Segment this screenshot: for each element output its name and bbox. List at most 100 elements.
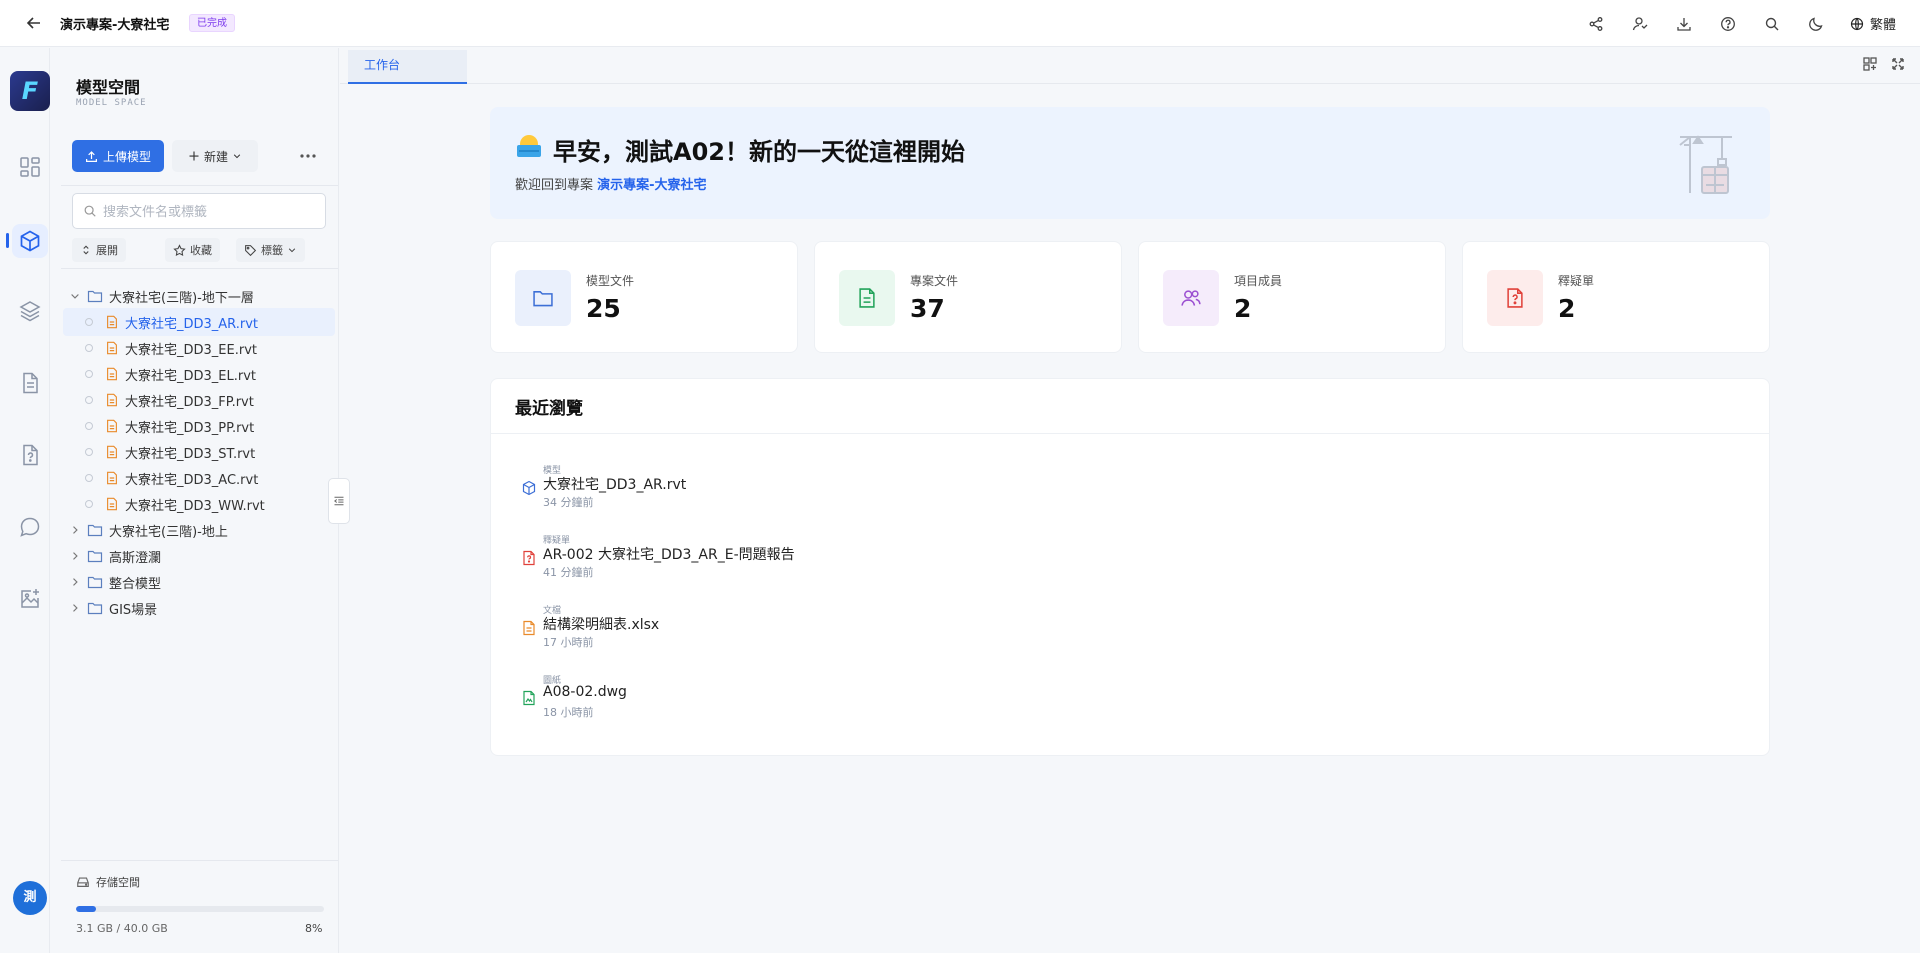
share-icon[interactable]	[1588, 16, 1604, 32]
tree-folder-label: 整合模型	[109, 576, 162, 592]
back-arrow-icon[interactable]	[24, 13, 44, 33]
tree-file[interactable]: 大寮社宅_DD3_FP.rvt	[63, 386, 335, 414]
search-field[interactable]	[72, 193, 326, 229]
recent-item-time: 41 分鐘前	[543, 566, 594, 579]
tree-file[interactable]: 大寮社宅_DD3_AR.rvt	[63, 308, 335, 336]
tree-file[interactable]: 大寮社宅_DD3_PP.rvt	[63, 412, 335, 440]
recent-item[interactable]: 模型 大寮社宅_DD3_AR.rvt 34 分鐘前	[521, 463, 921, 519]
stat-label: 釋疑單	[1558, 274, 1595, 288]
chevron-down-icon[interactable]	[69, 290, 81, 302]
recent-item[interactable]: 文檔 結構梁明細表.xlsx 17 小時前	[521, 603, 921, 659]
search-input[interactable]	[103, 203, 303, 219]
status-badge: 已完成	[189, 14, 235, 32]
welcome-subtitle-prefix: 歡迎回到專案	[515, 178, 594, 193]
welcome-subtitle: 歡迎回到專案 演示專案-大寮社宅	[515, 174, 707, 193]
tree-folder[interactable]: 大寮社宅(三階)-地上	[63, 516, 335, 544]
recent-item-name: A08-02.dwg	[543, 684, 627, 700]
chevron-right-icon[interactable]	[69, 524, 81, 536]
tree-folder-basement[interactable]: 大寮社宅(三階)-地下一層	[63, 282, 335, 310]
help-icon[interactable]	[1720, 16, 1736, 32]
fullscreen-icon[interactable]	[1890, 56, 1906, 72]
tree-file[interactable]: 大寮社宅_DD3_WW.rvt	[63, 490, 335, 518]
folder-icon	[87, 550, 103, 563]
stat-label: 項目成員	[1234, 274, 1283, 288]
folder-icon	[87, 576, 103, 589]
tags-chip[interactable]: 標籤	[236, 238, 305, 262]
new-button[interactable]: 新建	[172, 140, 258, 172]
tree-folder[interactable]: 整合模型	[63, 568, 335, 596]
panel-subtitle: MODEL SPACE	[76, 98, 147, 108]
recent-item-name: AR-002 大寮社宅_DD3_AR_E-問題報告	[543, 547, 795, 563]
dark-mode-icon[interactable]	[1808, 16, 1824, 32]
spreadsheet-file-icon	[523, 620, 535, 636]
model-cube-icon	[522, 480, 536, 496]
top-actions: 繁體	[1560, 0, 1920, 47]
tree-file-label: 大寮社宅_DD3_FP.rvt	[125, 394, 254, 410]
issue-icon	[523, 550, 535, 566]
model-cube-icon[interactable]	[18, 229, 42, 253]
welcome-title: 早安，測試A02！新的一天從這裡開始	[553, 138, 965, 166]
storage-label: 存儲空間	[76, 874, 140, 890]
tree-file[interactable]: 大寮社宅_DD3_AC.rvt	[63, 464, 335, 492]
dashboard-icon[interactable]	[18, 155, 42, 179]
favorite-chip[interactable]: 收藏	[165, 238, 220, 262]
expand-chip[interactable]: 展開	[72, 238, 126, 262]
search-icon[interactable]	[1764, 16, 1780, 32]
stat-card-issues[interactable]: 釋疑單 2	[1462, 241, 1770, 353]
folder-icon	[533, 291, 553, 307]
collapse-panel-button[interactable]	[328, 478, 350, 524]
split-view-icon[interactable]	[1862, 56, 1878, 72]
stat-card-members[interactable]: 項目成員 2	[1138, 241, 1446, 353]
tree-folder[interactable]: 高斯澄瀾	[63, 542, 335, 570]
star-icon	[173, 243, 186, 256]
tree-file[interactable]: 大寮社宅_DD3_EL.rvt	[63, 360, 335, 388]
tree-file[interactable]: 大寮社宅_DD3_ST.rvt	[63, 438, 335, 466]
storage-drive-icon	[77, 877, 89, 887]
user-avatar[interactable]: 測	[13, 881, 47, 915]
document-icon[interactable]	[18, 371, 42, 395]
tree-folder-label: 大寮社宅(三階)-地下一層	[109, 290, 254, 306]
download-icon[interactable]	[1676, 16, 1692, 32]
chevron-right-icon[interactable]	[69, 550, 81, 562]
layers-icon[interactable]	[18, 299, 42, 323]
upload-model-button[interactable]: 上傳模型	[72, 140, 164, 172]
stat-label: 專案文件	[910, 274, 959, 288]
left-rail: F 測	[0, 48, 50, 953]
tab-workbench[interactable]: 工作台	[348, 50, 467, 84]
language-switch[interactable]: 繁體	[1850, 14, 1896, 33]
tree-file-label: 大寮社宅_DD3_PP.rvt	[125, 420, 255, 436]
chat-icon[interactable]	[18, 515, 42, 539]
app-logo: F	[10, 71, 50, 111]
recent-item[interactable]: 圖紙 A08-02.dwg 18 小時前	[521, 673, 921, 729]
recent-item[interactable]: 釋疑單 AR-002 大寮社宅_DD3_AR_E-問題報告 41 分鐘前	[521, 533, 921, 589]
stat-card-model-files[interactable]: 模型文件 25	[490, 241, 798, 353]
welcome-project-link[interactable]: 演示專案-大寮社宅	[597, 178, 706, 193]
globe-icon	[1850, 17, 1864, 30]
recent-item-time: 18 小時前	[543, 706, 594, 719]
user-manage-icon[interactable]	[1632, 16, 1648, 32]
file-icon	[107, 367, 117, 381]
issue-icon	[1507, 288, 1523, 308]
issue-icon[interactable]	[18, 443, 42, 467]
file-icon	[107, 471, 117, 485]
file-icon	[107, 393, 117, 407]
top-bar: 演示專案-大寮社宅 已完成 繁體	[0, 0, 1920, 47]
more-icon[interactable]	[296, 144, 320, 168]
stat-value: 2	[1234, 294, 1252, 323]
project-title: 演示專案-大寮社宅	[60, 18, 170, 33]
tree-folder-label: 高斯澄瀾	[109, 550, 162, 566]
chevron-right-icon[interactable]	[69, 576, 81, 588]
tree-folder[interactable]: GIS場景	[63, 594, 335, 622]
folder-icon	[87, 290, 103, 303]
folder-icon	[87, 602, 103, 615]
upload-icon	[86, 150, 97, 162]
tree-file[interactable]: 大寮社宅_DD3_EE.rvt	[63, 334, 335, 362]
recent-item-name: 結構梁明細表.xlsx	[543, 617, 660, 633]
model-space-panel: 模型空間 MODEL SPACE 上傳模型 新建 展開 收藏 標籤 大寮社宅(三…	[61, 48, 339, 953]
storage-progress-fill	[76, 906, 96, 912]
chevron-down-icon	[288, 248, 296, 253]
image-add-icon[interactable]	[18, 587, 42, 611]
plus-icon	[189, 151, 199, 161]
chevron-right-icon[interactable]	[69, 602, 81, 614]
stat-card-project-files[interactable]: 專案文件 37	[814, 241, 1122, 353]
